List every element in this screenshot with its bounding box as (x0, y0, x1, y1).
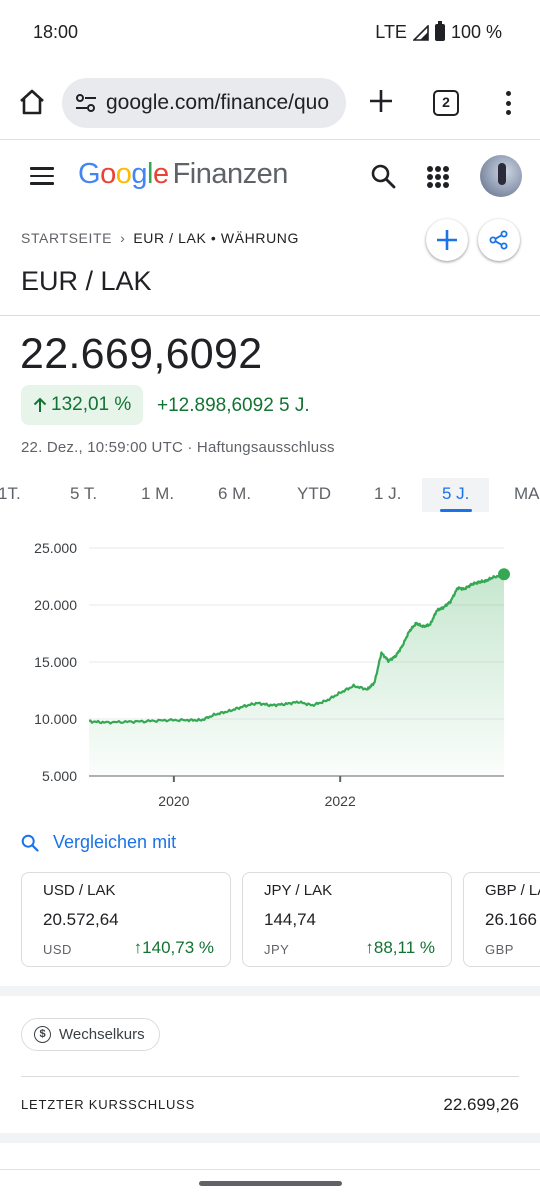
avatar[interactable] (480, 155, 522, 197)
home-icon (20, 89, 44, 115)
app-header: Google Finanzen (0, 141, 540, 217)
new-tab-button[interactable] (364, 84, 398, 118)
card-value: 144,74 (264, 910, 316, 929)
home-button[interactable] (16, 86, 48, 118)
compare-card-usd-lak[interactable]: USD / LAK 20.572,64 USD ↑140,73 % (21, 872, 231, 967)
quote-timestamp[interactable]: 22. Dez., 10:59:00 UTC · Haftungsausschl… (21, 439, 335, 456)
tab-range-1d[interactable]: 1T. (0, 478, 21, 512)
tab-range-1y[interactable]: 1 J. (374, 478, 401, 512)
search-icon[interactable] (370, 163, 396, 189)
card-value: 26.166 (485, 910, 537, 929)
divider (21, 1076, 519, 1077)
arrow-up-icon (33, 397, 47, 412)
battery-icon (434, 21, 445, 41)
chip-label: Wechselkurs (59, 1026, 145, 1043)
section-separator (0, 986, 540, 996)
chart-area (89, 574, 504, 776)
plus-icon (370, 90, 392, 112)
breadcrumb-home[interactable]: STARTSEITE (21, 230, 112, 246)
google-finance-logo[interactable]: Google Finanzen (78, 158, 288, 191)
chevron-right-icon: › (120, 230, 126, 246)
active-tab-indicator (439, 509, 472, 512)
more-menu-button[interactable] (500, 88, 516, 118)
y-tick-label: 5.000 (42, 768, 77, 784)
compare-button[interactable]: Vergleichen mit (21, 832, 176, 853)
y-tick-label: 20.000 (34, 597, 77, 613)
status-bar: 18:00 LTE 100 % (0, 0, 540, 66)
chart-last-point (498, 568, 510, 581)
add-to-watchlist-button[interactable] (426, 219, 468, 261)
tab-range-max[interactable]: MAX (514, 478, 540, 512)
arrow-up-icon: ↑ (365, 938, 374, 957)
breadcrumb: STARTSEITE › EUR / LAK • WÄHRUNG (21, 230, 299, 246)
signal-icon (412, 24, 429, 41)
tab-range-1m[interactable]: 1 M. (141, 478, 174, 512)
search-icon (21, 834, 39, 852)
card-change: ↑88,11 % (365, 938, 435, 957)
card-value: 20.572,64 (43, 910, 119, 929)
price-chart[interactable]: 25.000 20.000 15.000 10.000 5.000 2020 2022 (0, 530, 540, 820)
card-currency: USD (43, 942, 72, 957)
gesture-bar[interactable] (199, 1181, 342, 1186)
last-close-label: LETZTER KURSSCHLUSS (21, 1097, 196, 1112)
status-icons: LTE 100 % (375, 21, 502, 43)
menu-icon[interactable] (30, 167, 54, 185)
card-currency: GBP (485, 942, 514, 957)
section-separator (0, 1133, 540, 1143)
tab-range-5y[interactable]: 5 J. (422, 478, 490, 512)
change-absolute: +12.898,6092 5 J. (157, 395, 310, 416)
plus-icon (437, 230, 457, 250)
tab-range-6m[interactable]: 6 M. (218, 478, 251, 512)
share-icon (489, 230, 508, 250)
card-currency: JPY (264, 942, 290, 957)
network-label: LTE (375, 22, 407, 42)
x-tick-label: 2020 (158, 793, 189, 809)
compare-card-jpy-lak[interactable]: JPY / LAK 144,74 JPY ↑88,11 % (242, 872, 452, 967)
current-price: 22.669,6092 (20, 330, 263, 378)
tab-range-5y-label: 5 J. (442, 484, 470, 503)
card-pair: JPY / LAK (264, 882, 333, 899)
site-settings-icon[interactable] (74, 91, 98, 115)
compare-cards: USD / LAK 20.572,64 USD ↑140,73 % JPY / … (21, 872, 540, 972)
exchange-rate-chip[interactable]: $ Wechselkurs (21, 1018, 160, 1051)
card-pair: USD / LAK (43, 882, 116, 899)
last-close-value: 22.699,26 (443, 1095, 519, 1114)
browser-toolbar: google.com/finance/quo 2 (0, 66, 540, 140)
compare-card-gbp-lak[interactable]: GBP / LAK 26.166 GBP (463, 872, 540, 967)
status-time: 18:00 (33, 22, 79, 42)
google-apps-icon[interactable] (427, 166, 449, 188)
breadcrumb-current: EUR / LAK • WÄHRUNG (133, 230, 299, 246)
nav-bar-divider (0, 1169, 540, 1170)
y-tick-label: 15.000 (34, 654, 77, 670)
range-tabs: 1T. 5 T. 1 M. 6 M. YTD 1 J. 5 J. MAX (0, 478, 540, 514)
x-tick-label: 2022 (325, 793, 356, 809)
tab-switcher-button[interactable]: 2 (433, 90, 459, 116)
tab-range-ytd[interactable]: YTD (297, 478, 331, 512)
compare-label[interactable]: Vergleichen mit (53, 832, 176, 853)
tab-range-5d[interactable]: 5 T. (70, 478, 97, 512)
dollar-icon: $ (34, 1026, 51, 1043)
change-percent-badge: 132,01 % (21, 385, 144, 425)
change-percent: 132,01 % (51, 394, 132, 415)
url-text[interactable]: google.com/finance/quo (106, 91, 329, 115)
arrow-up-icon: ↑ (133, 938, 143, 957)
address-bar[interactable]: google.com/finance/quo (62, 78, 346, 128)
battery-label: 100 % (450, 22, 502, 42)
page-title: EUR / LAK (21, 266, 152, 296)
y-tick-label: 10.000 (34, 711, 77, 727)
divider (0, 315, 540, 316)
y-tick-label: 25.000 (34, 540, 77, 556)
card-change: ↑140,73 % (133, 938, 214, 957)
card-pair: GBP / LAK (485, 882, 540, 899)
share-button[interactable] (478, 219, 520, 261)
